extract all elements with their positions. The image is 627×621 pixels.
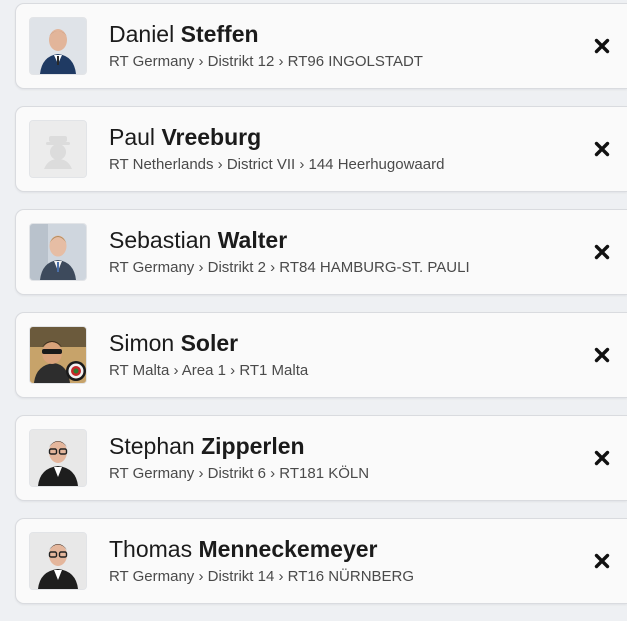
member-name: Thomas Menneckemeyer: [109, 536, 377, 563]
remove-button[interactable]: [589, 136, 615, 162]
first-name: Paul: [109, 124, 156, 150]
member-card[interactable]: Simon Soler RT Malta › Area 1 › RT1 Malt…: [15, 312, 627, 398]
avatar: [29, 532, 87, 590]
first-name: Sebastian: [109, 227, 212, 253]
last-name: Soler: [180, 330, 239, 356]
member-name: Sebastian Walter: [109, 227, 287, 254]
close-icon: [594, 450, 610, 466]
avatar: [29, 326, 87, 384]
member-list: Daniel Steffen RT Germany › Distrikt 12 …: [15, 3, 627, 621]
member-name: Daniel Steffen: [109, 21, 259, 48]
last-name: Vreeburg: [161, 124, 262, 150]
avatar: [29, 17, 87, 75]
close-icon: [594, 347, 610, 363]
member-name: Stephan Zipperlen: [109, 433, 305, 460]
member-card[interactable]: Stephan Zipperlen RT Germany › Distrikt …: [15, 415, 627, 501]
member-name: Paul Vreeburg: [109, 124, 261, 151]
member-path: RT Germany › Distrikt 14 › RT16 NÜRNBERG: [109, 568, 415, 585]
member-card[interactable]: Paul Vreeburg RT Netherlands › District …: [15, 106, 627, 192]
member-path: RT Germany › Distrikt 2 › RT84 HAMBURG-S…: [109, 259, 470, 276]
remove-button[interactable]: [589, 239, 615, 265]
close-icon: [594, 244, 610, 260]
last-name: Steffen: [180, 21, 259, 47]
last-name: Menneckemeyer: [198, 536, 378, 562]
remove-button[interactable]: [589, 548, 615, 574]
member-card[interactable]: Thomas Menneckemeyer RT Germany › Distri…: [15, 518, 627, 604]
close-icon: [594, 141, 610, 157]
member-card[interactable]: Sebastian Walter RT Germany › Distrikt 2…: [15, 209, 627, 295]
member-path: RT Netherlands › District VII › 144 Heer…: [109, 156, 445, 173]
remove-button[interactable]: [589, 33, 615, 59]
remove-button[interactable]: [589, 445, 615, 471]
avatar: [29, 429, 87, 487]
last-name: Zipperlen: [201, 433, 305, 459]
first-name: Stephan: [109, 433, 195, 459]
remove-button[interactable]: [589, 342, 615, 368]
last-name: Walter: [217, 227, 288, 253]
member-path: RT Germany › Distrikt 12 › RT96 INGOLSTA…: [109, 53, 423, 70]
avatar: [29, 120, 87, 178]
avatar: [29, 223, 87, 281]
first-name: Daniel: [109, 21, 175, 47]
first-name: Simon: [109, 330, 175, 356]
first-name: Thomas: [109, 536, 193, 562]
placeholder-person-icon: [30, 121, 86, 177]
member-path: RT Germany › Distrikt 6 › RT181 KÖLN: [109, 465, 370, 482]
member-name: Simon Soler: [109, 330, 238, 357]
close-icon: [594, 38, 610, 54]
close-icon: [594, 553, 610, 569]
member-card[interactable]: Daniel Steffen RT Germany › Distrikt 12 …: [15, 3, 627, 89]
member-path: RT Malta › Area 1 › RT1 Malta: [109, 362, 309, 379]
